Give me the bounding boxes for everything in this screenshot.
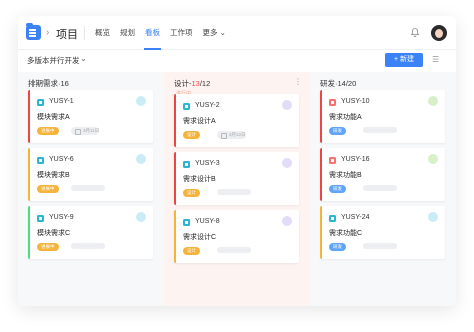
card-id: YUSY-1 <box>49 98 74 105</box>
card-title: 需求功能C <box>329 230 363 237</box>
column-design: 设计-13/12⋮进行中YUSY-2需求设计A设计3月12日YUSY-3需求设计… <box>164 72 310 306</box>
card-title: 需求功能B <box>329 172 362 179</box>
new-button[interactable]: + 新建 <box>385 53 423 67</box>
bell-icon[interactable] <box>411 28 419 37</box>
placeholder-field <box>71 243 105 249</box>
placeholder-field <box>363 127 397 133</box>
list-settings-icon[interactable]: ☰ <box>432 55 442 65</box>
card-title: 需求设计B <box>183 176 216 183</box>
status-badge[interactable]: 进展中 <box>37 243 59 251</box>
card-title: 模块需求A <box>37 114 70 121</box>
assignee-avatar[interactable] <box>136 154 146 164</box>
status-badge[interactable]: 设计 <box>183 247 200 255</box>
card-id: YUSY-16 <box>341 156 370 163</box>
user-avatar[interactable] <box>431 25 447 41</box>
task-type-icon <box>183 161 190 168</box>
chevron-down-icon[interactable]: ⌄ <box>80 54 87 63</box>
version-selector[interactable]: 多版本并行开发 <box>27 55 80 66</box>
kanban-card[interactable]: YUSY-1 模块需求A 进展中 3月11日 <box>28 90 153 143</box>
card-title: 需求设计A <box>183 118 216 125</box>
breadcrumb-chevron-icon: › <box>46 27 50 38</box>
status-badge[interactable]: 研发 <box>329 185 346 193</box>
card-title: 模块需求B <box>37 172 70 179</box>
kanban-card[interactable]: YUSY-24 需求功能C 研发 <box>320 206 445 259</box>
kanban-board: 排期需求·16 YUSY-1 模块需求A 进展中 3月11日 YUSY-6 模块需求B 进展中… <box>18 72 456 306</box>
priority-bar <box>320 148 322 201</box>
placeholder-field <box>217 247 251 253</box>
assignee-avatar[interactable] <box>136 212 146 222</box>
tab-more[interactable]: 更多 ⌄ <box>198 16 231 50</box>
kanban-card[interactable]: YUSY-2 需求设计A 设计 3月12日 <box>174 94 299 147</box>
divider <box>84 26 85 40</box>
tab-board[interactable]: 看板 <box>140 16 165 50</box>
card-id: YUSY-8 <box>195 218 220 225</box>
status-badge[interactable]: 研发 <box>329 127 346 135</box>
card-id: YUSY-24 <box>341 214 370 221</box>
priority-bar <box>174 210 176 263</box>
placeholder-field <box>363 185 397 191</box>
placeholder-field <box>217 189 251 195</box>
board-toolbar: 多版本并行开发 ⌄ + 新建 ☰ <box>18 51 456 71</box>
status-badge[interactable]: 设计 <box>183 189 200 197</box>
task-type-icon <box>37 215 44 222</box>
card-id: YUSY-10 <box>341 98 370 105</box>
task-type-icon <box>329 157 336 164</box>
kanban-card[interactable]: YUSY-16 需求功能B 研发 <box>320 148 445 201</box>
task-type-icon <box>37 99 44 106</box>
due-date[interactable]: 3月12日 <box>217 131 246 139</box>
priority-bar <box>174 152 176 205</box>
column-backlog: 排期需求·16 YUSY-1 模块需求A 进展中 3月11日 YUSY-6 模块需求B 进展中… <box>18 72 164 306</box>
placeholder-field <box>71 185 105 191</box>
assignee-avatar[interactable] <box>282 216 292 226</box>
column-header: 设计-13/12 <box>174 79 211 88</box>
kanban-card[interactable]: YUSY-3 需求设计B 设计 <box>174 152 299 205</box>
priority-bar <box>320 206 322 259</box>
card-title: 需求功能A <box>329 114 362 121</box>
kanban-card[interactable]: YUSY-9 模块需求C 进展中 <box>28 206 153 259</box>
assignee-avatar[interactable] <box>282 158 292 168</box>
card-title: 需求设计C <box>183 234 217 241</box>
card-id: YUSY-9 <box>49 214 74 221</box>
kanban-card[interactable]: YUSY-6 模块需求B 进展中 <box>28 148 153 201</box>
tab-work-items[interactable]: 工作项 <box>165 16 198 50</box>
assignee-avatar[interactable] <box>136 96 146 106</box>
kanban-card[interactable]: YUSY-8 需求设计C 设计 <box>174 210 299 263</box>
column-header: 排期需求·16 <box>28 79 69 88</box>
priority-bar <box>28 90 30 143</box>
priority-bar <box>320 90 322 143</box>
card-id: YUSY-3 <box>195 160 220 167</box>
kanban-card[interactable]: YUSY-10 需求功能A 研发 <box>320 90 445 143</box>
task-type-icon <box>329 215 336 222</box>
priority-bar <box>174 94 176 147</box>
project-title[interactable]: 项目 <box>56 26 78 42</box>
top-bar: › 项目 概览 规划 看板 工作项 更多 ⌄ <box>18 16 456 50</box>
task-type-icon <box>183 219 190 226</box>
task-type-icon <box>37 157 44 164</box>
app-window: › 项目 概览 规划 看板 工作项 更多 ⌄ 多版本并行开发 ⌄ + 新建 ☰ … <box>18 16 456 306</box>
status-badge[interactable]: 进展中 <box>37 127 59 135</box>
project-folder-icon[interactable] <box>26 23 41 40</box>
tab-planning[interactable]: 规划 <box>115 16 140 50</box>
priority-bar <box>28 206 30 259</box>
more-options-icon[interactable]: ⋮ <box>294 77 302 86</box>
task-type-icon <box>329 99 336 106</box>
task-type-icon <box>183 103 190 110</box>
column-header: 研发·14/20 <box>320 79 357 88</box>
card-id: YUSY-6 <box>49 156 74 163</box>
assignee-avatar[interactable] <box>428 212 438 222</box>
top-nav: 概览 规划 看板 工作项 更多 ⌄ <box>90 16 231 50</box>
status-badge[interactable]: 进展中 <box>37 185 59 193</box>
tab-overview[interactable]: 概览 <box>90 16 115 50</box>
column-development: 研发·14/20 YUSY-10 需求功能A 研发 YUSY-16 需求功能B 研发 YUSY… <box>310 72 456 306</box>
status-badge[interactable]: 研发 <box>329 243 346 251</box>
assignee-avatar[interactable] <box>282 100 292 110</box>
assignee-avatar[interactable] <box>428 96 438 106</box>
card-id: YUSY-2 <box>195 102 220 109</box>
card-title: 模块需求C <box>37 230 71 237</box>
assignee-avatar[interactable] <box>428 154 438 164</box>
status-badge[interactable]: 设计 <box>183 131 200 139</box>
placeholder-field <box>363 243 397 249</box>
priority-bar <box>28 148 30 201</box>
due-date[interactable]: 3月11日 <box>71 127 100 135</box>
